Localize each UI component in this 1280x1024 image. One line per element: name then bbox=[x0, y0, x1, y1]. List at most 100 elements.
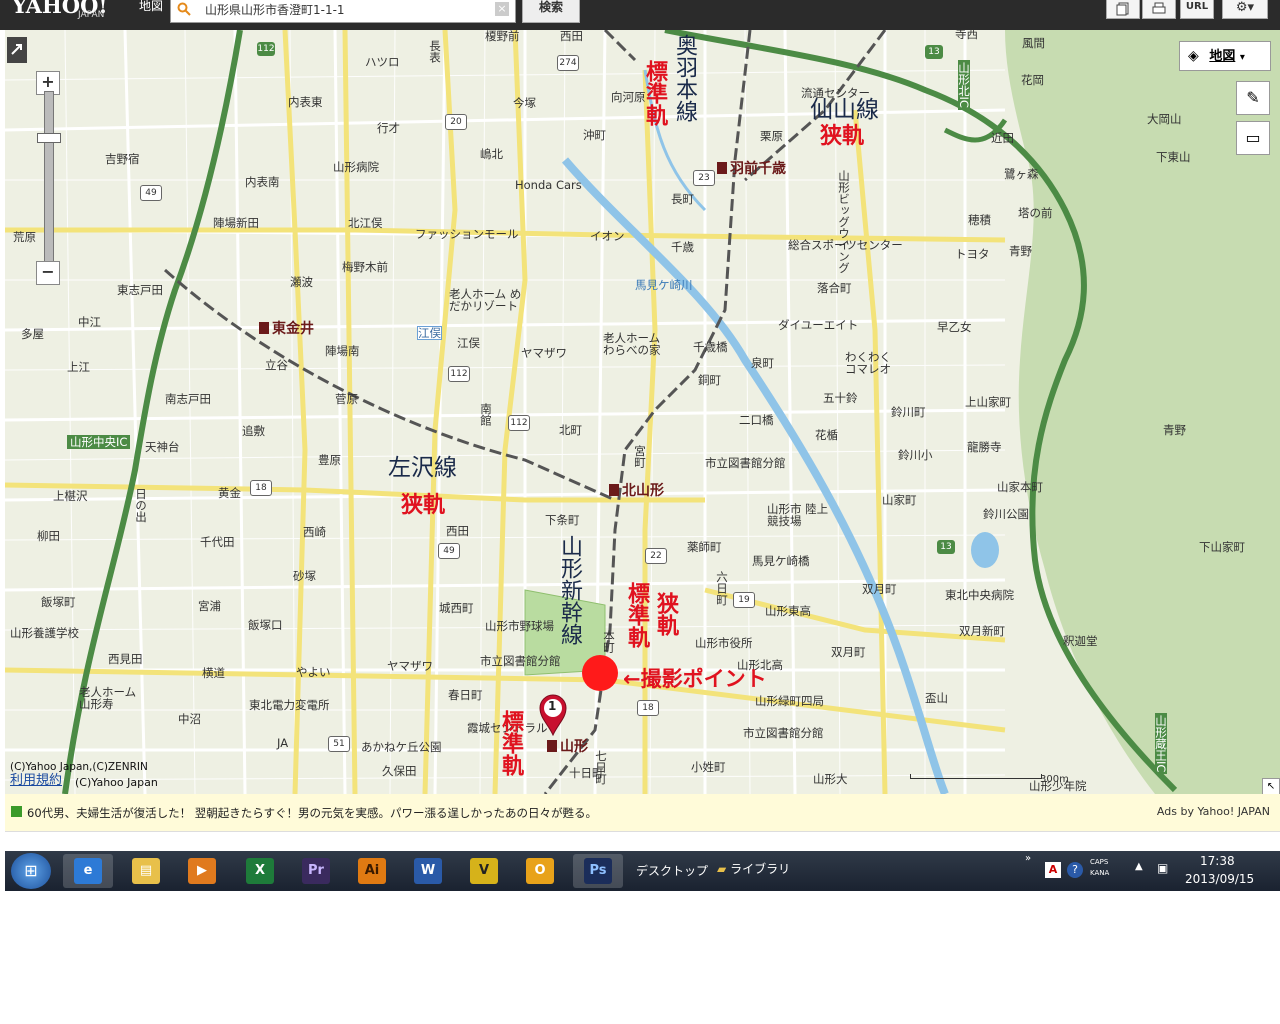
clock-date[interactable]: 2013/09/15 bbox=[1185, 872, 1254, 886]
place-label: 西見田 bbox=[108, 652, 143, 666]
zoom-slider-track[interactable] bbox=[44, 91, 54, 273]
place-label: 山形市 陸上競技場 bbox=[767, 502, 829, 528]
place-label: 老人ホーム めだかリゾート bbox=[449, 287, 522, 313]
place-label: 江俣 bbox=[417, 326, 442, 340]
taskbar-ie[interactable]: e bbox=[63, 854, 113, 888]
route-112c-shield: 112 bbox=[508, 415, 530, 431]
scale-bar bbox=[910, 774, 1042, 779]
taskbar-excel[interactable]: X bbox=[235, 854, 285, 888]
street-view-button[interactable]: ✎ bbox=[1236, 81, 1270, 115]
narrow-gauge-label-2: 狭軌 bbox=[653, 592, 678, 636]
scale-label: 300m bbox=[1040, 774, 1069, 785]
ruler-icon: ▭ bbox=[1245, 128, 1261, 147]
search-button[interactable]: 検索 bbox=[522, 0, 580, 23]
route-23-shield: 23 bbox=[693, 170, 715, 186]
place-label: ヤマザワ bbox=[521, 346, 567, 360]
taskbar-premiere[interactable]: Pr bbox=[291, 854, 341, 888]
place-label: 山形ビッグウイング bbox=[837, 170, 851, 274]
ime-kana[interactable]: KANA bbox=[1090, 868, 1109, 878]
play-icon bbox=[11, 806, 22, 817]
place-label: 市立図書館分館 bbox=[743, 726, 824, 740]
place-label: 行才 bbox=[377, 121, 400, 135]
place-label: 五十鈴 bbox=[823, 391, 858, 405]
ad-bar[interactable]: 60代男、夫婦生活が復活した！ 翌朝起きたらすぐ！男の元気を実感。パワー漲る逞し… bbox=[5, 794, 1280, 832]
copy-icon bbox=[1116, 2, 1129, 16]
place-label: 山形中央IC bbox=[67, 435, 131, 449]
network-icon[interactable]: ▣ bbox=[1157, 861, 1168, 875]
taskbar-illustrator[interactable]: Ai bbox=[347, 854, 397, 888]
taskbar-photoshop[interactable]: Ps bbox=[573, 854, 623, 888]
show-hidden-icons-icon[interactable]: ▲ bbox=[1135, 861, 1143, 872]
route-112b-shield: 112 bbox=[448, 366, 470, 382]
search-box: × bbox=[170, 0, 516, 23]
search-input[interactable] bbox=[201, 0, 491, 18]
station-uzen-chitose[interactable]: 羽前千歳 bbox=[717, 158, 786, 178]
place-label: 六日町 bbox=[715, 571, 729, 606]
shinkansen-label: 山形新幹線 bbox=[557, 535, 582, 645]
ad-text[interactable]: 60代男、夫婦生活が復活した！ 翌朝起きたらすぐ！男の元気を実感。パワー漲る逞し… bbox=[27, 805, 597, 821]
place-label: JA bbox=[277, 736, 289, 750]
terms-link[interactable]: 利用規約 bbox=[10, 774, 62, 787]
place-label: 日の出 bbox=[134, 488, 148, 523]
yahoo-logo[interactable]: YAHOO! JAPAN 地図 bbox=[8, 0, 163, 22]
pond bbox=[971, 532, 999, 568]
place-label: 柳田 bbox=[37, 529, 60, 543]
station-yamagata[interactable]: 山形 bbox=[547, 736, 588, 756]
place-label: 東北中央病院 bbox=[945, 588, 1014, 602]
excel-icon: X bbox=[246, 858, 274, 884]
clear-search-button[interactable]: × bbox=[495, 2, 509, 16]
place-label: 下山家町 bbox=[1199, 540, 1245, 554]
taskbar-word[interactable]: W bbox=[403, 854, 453, 888]
place-label: 東志戸田 bbox=[117, 283, 163, 297]
desktop-toolbar[interactable]: デスクトップ bbox=[636, 862, 708, 879]
place-label: 飯塚町 bbox=[41, 595, 76, 609]
place-label: ファッションモール bbox=[415, 227, 519, 241]
pegman-icon: ✎ bbox=[1246, 88, 1260, 107]
ad-source[interactable]: Ads by Yahoo! JAPAN bbox=[1157, 805, 1270, 818]
expand-tray-icon[interactable]: » bbox=[1025, 853, 1031, 864]
library-toolbar[interactable]: ▰ ライブラリ bbox=[717, 860, 790, 877]
route-13-shield: 13 bbox=[925, 45, 943, 59]
place-label: 中沼 bbox=[178, 712, 201, 726]
url-button[interactable]: URL bbox=[1180, 0, 1214, 19]
place-label: 山家本町 bbox=[997, 480, 1043, 494]
print-button[interactable] bbox=[1142, 0, 1176, 19]
place-label: 山形養護学校 bbox=[10, 626, 79, 640]
zoom-out-button[interactable]: − bbox=[36, 261, 60, 285]
ou-standard-gauge-label: 標準軌 bbox=[642, 60, 667, 126]
taskbar-explorer[interactable]: ▤ bbox=[121, 854, 171, 888]
settings-button[interactable]: ⚙▾ bbox=[1222, 0, 1268, 19]
place-label: 梅野木前 bbox=[342, 260, 388, 274]
place-label: 北江俣 bbox=[348, 216, 383, 230]
copy-button[interactable] bbox=[1106, 0, 1140, 19]
outlook-icon: O bbox=[526, 858, 554, 884]
map-canvas[interactable]: 112 274 13 20 23 49 112 112 18 49 22 19 … bbox=[5, 30, 1280, 794]
ime-caps[interactable]: CAPS bbox=[1090, 857, 1108, 867]
clock-time[interactable]: 17:38 bbox=[1200, 854, 1235, 868]
location-pin[interactable]: 1 bbox=[538, 694, 568, 736]
place-label: 落合町 bbox=[817, 281, 852, 295]
place-label: 山家町 bbox=[882, 493, 917, 507]
taskbar-vegas[interactable]: V bbox=[459, 854, 509, 888]
start-button[interactable]: ⊞ bbox=[11, 853, 51, 889]
acrobat-tray-icon[interactable]: A bbox=[1045, 862, 1061, 878]
station-kita-yamagata[interactable]: 北山形 bbox=[609, 480, 664, 500]
place-label: 七日町 bbox=[594, 750, 608, 785]
map-type-button[interactable]: ◈ 地図 ▾ bbox=[1179, 41, 1271, 71]
taskbar-outlook[interactable]: O bbox=[515, 854, 565, 888]
place-label: 塔の前 bbox=[1018, 206, 1053, 220]
vegas-icon: V bbox=[470, 858, 498, 884]
help-tray-icon[interactable]: ? bbox=[1067, 862, 1083, 878]
place-label: やよい bbox=[296, 665, 331, 679]
place-label: 山形市役所 bbox=[695, 636, 753, 650]
taskbar-media-player[interactable]: ▶ bbox=[177, 854, 227, 888]
place-label: 龍勝寺 bbox=[967, 440, 1002, 454]
station-higashi-kanai[interactable]: 東金井 bbox=[259, 318, 314, 338]
panel-toggle-button[interactable] bbox=[7, 37, 27, 63]
map-header: YAHOO! JAPAN 地図 × 検索 URL ⚙▾ bbox=[0, 0, 1280, 30]
measure-button[interactable]: ▭ bbox=[1236, 121, 1270, 155]
fullscreen-button[interactable]: ↖ bbox=[1262, 778, 1280, 794]
shooting-point-label: ←撮影ポイント bbox=[623, 667, 767, 691]
place-label: 寺西 bbox=[955, 30, 978, 41]
zoom-slider-knob[interactable] bbox=[37, 133, 61, 143]
